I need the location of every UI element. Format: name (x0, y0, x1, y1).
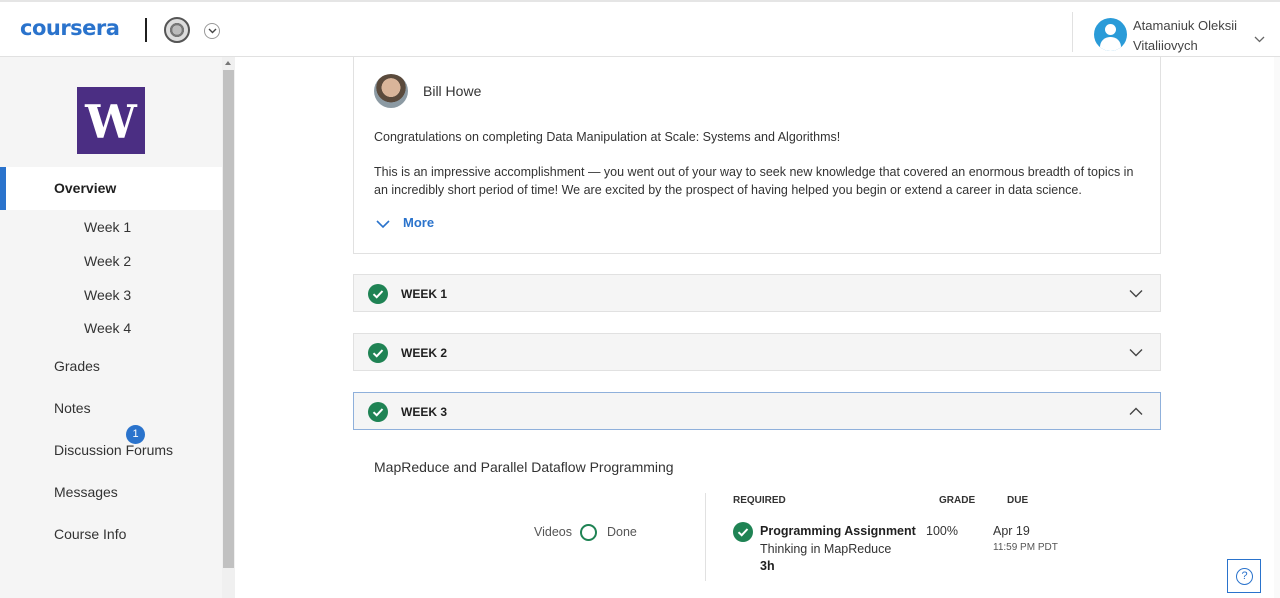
videos-label[interactable]: Videos (534, 525, 572, 539)
sidebar-item-week-3[interactable]: Week 3 (84, 287, 131, 303)
sidebar-scrollbar[interactable] (222, 57, 235, 598)
more-label: More (403, 215, 435, 230)
help-button[interactable]: ? (1227, 559, 1261, 593)
instructor-message-line2: This is an impressive accomplishment — y… (374, 165, 1134, 197)
user-menu-chevron-icon[interactable] (1254, 30, 1265, 48)
week-label: WEEK 2 (401, 346, 448, 360)
university-seal-icon[interactable] (164, 17, 190, 43)
week-2-accordion[interactable]: WEEK 2 (353, 333, 1161, 371)
sidebar-item-week-1[interactable]: Week 1 (84, 219, 131, 235)
active-indicator (0, 167, 6, 210)
assignment-subtitle[interactable]: Thinking in MapReduce (760, 542, 891, 556)
sidebar-item-notes[interactable]: Notes (54, 400, 91, 416)
sidebar-item-discussion-forums[interactable]: Discussion Forums (54, 442, 173, 458)
assignment-duration: 3h (760, 559, 775, 573)
check-circle-icon (368, 402, 388, 422)
logo-divider (145, 18, 147, 42)
sidebar-item-week-4[interactable]: Week 4 (84, 320, 131, 336)
user-divider (1072, 12, 1073, 52)
week-1-accordion[interactable]: WEEK 1 (353, 274, 1161, 312)
due-header: DUE (1007, 495, 1029, 506)
chevron-down-icon (1129, 290, 1143, 298)
videos-status: Done (607, 525, 637, 539)
main-scrollbar[interactable] (1274, 57, 1280, 598)
instructor-name[interactable]: Bill Howe (423, 83, 481, 99)
sidebar-item-overview[interactable]: Overview (0, 167, 222, 210)
assignment-title[interactable]: Programming Assignment (760, 524, 916, 538)
week-label: WEEK 1 (401, 287, 448, 301)
top-header: coursera Atamaniuk Oleksii Vitaliiovych (0, 0, 1280, 57)
chevron-down-icon (376, 220, 390, 229)
week-label: WEEK 3 (401, 405, 448, 419)
assignment-due-date: Apr 19 (993, 524, 1030, 538)
progress-ring-icon (580, 524, 597, 541)
check-circle-icon (368, 343, 388, 363)
user-name-line2: Vitaliiovych (1133, 38, 1198, 53)
sidebar-item-week-2[interactable]: Week 2 (84, 253, 131, 269)
week-3-accordion[interactable]: WEEK 3 (353, 392, 1161, 430)
institution-menu-chevron-icon[interactable] (204, 23, 220, 39)
sidebar-item-label: Overview (54, 180, 117, 196)
sidebar-item-messages[interactable]: Messages (54, 484, 118, 500)
grade-header: GRADE (939, 495, 976, 506)
assignment-due-time: 11:59 PM PDT (993, 542, 1058, 553)
user-name-line1: Atamaniuk Oleksii (1133, 18, 1238, 33)
question-circle-icon: ? (1236, 568, 1253, 585)
check-circle-icon (368, 284, 388, 304)
instructor-photo (374, 74, 408, 108)
user-name[interactable]: Atamaniuk Oleksii Vitaliiovych (1133, 16, 1243, 56)
chevron-up-icon (1129, 407, 1143, 415)
scrollbar-thumb[interactable] (223, 70, 234, 568)
instructor-message-line1: Congratulations on completing Data Manip… (374, 130, 841, 144)
sidebar-item-course-info[interactable]: Course Info (54, 526, 126, 542)
scroll-up-arrow-icon[interactable] (225, 61, 231, 65)
user-avatar-icon[interactable] (1094, 18, 1127, 51)
content-divider (705, 493, 706, 581)
check-circle-icon (733, 522, 753, 542)
messages-count-badge: 1 (126, 425, 145, 444)
required-header: REQUIRED (733, 495, 786, 506)
assignment-grade: 100% (926, 524, 958, 538)
module-title: MapReduce and Parallel Dataflow Programm… (374, 459, 674, 475)
course-logo[interactable]: W (77, 87, 145, 154)
sidebar-item-grades[interactable]: Grades (54, 358, 100, 374)
chevron-down-icon (1129, 349, 1143, 357)
coursera-logo[interactable]: coursera (20, 16, 120, 40)
